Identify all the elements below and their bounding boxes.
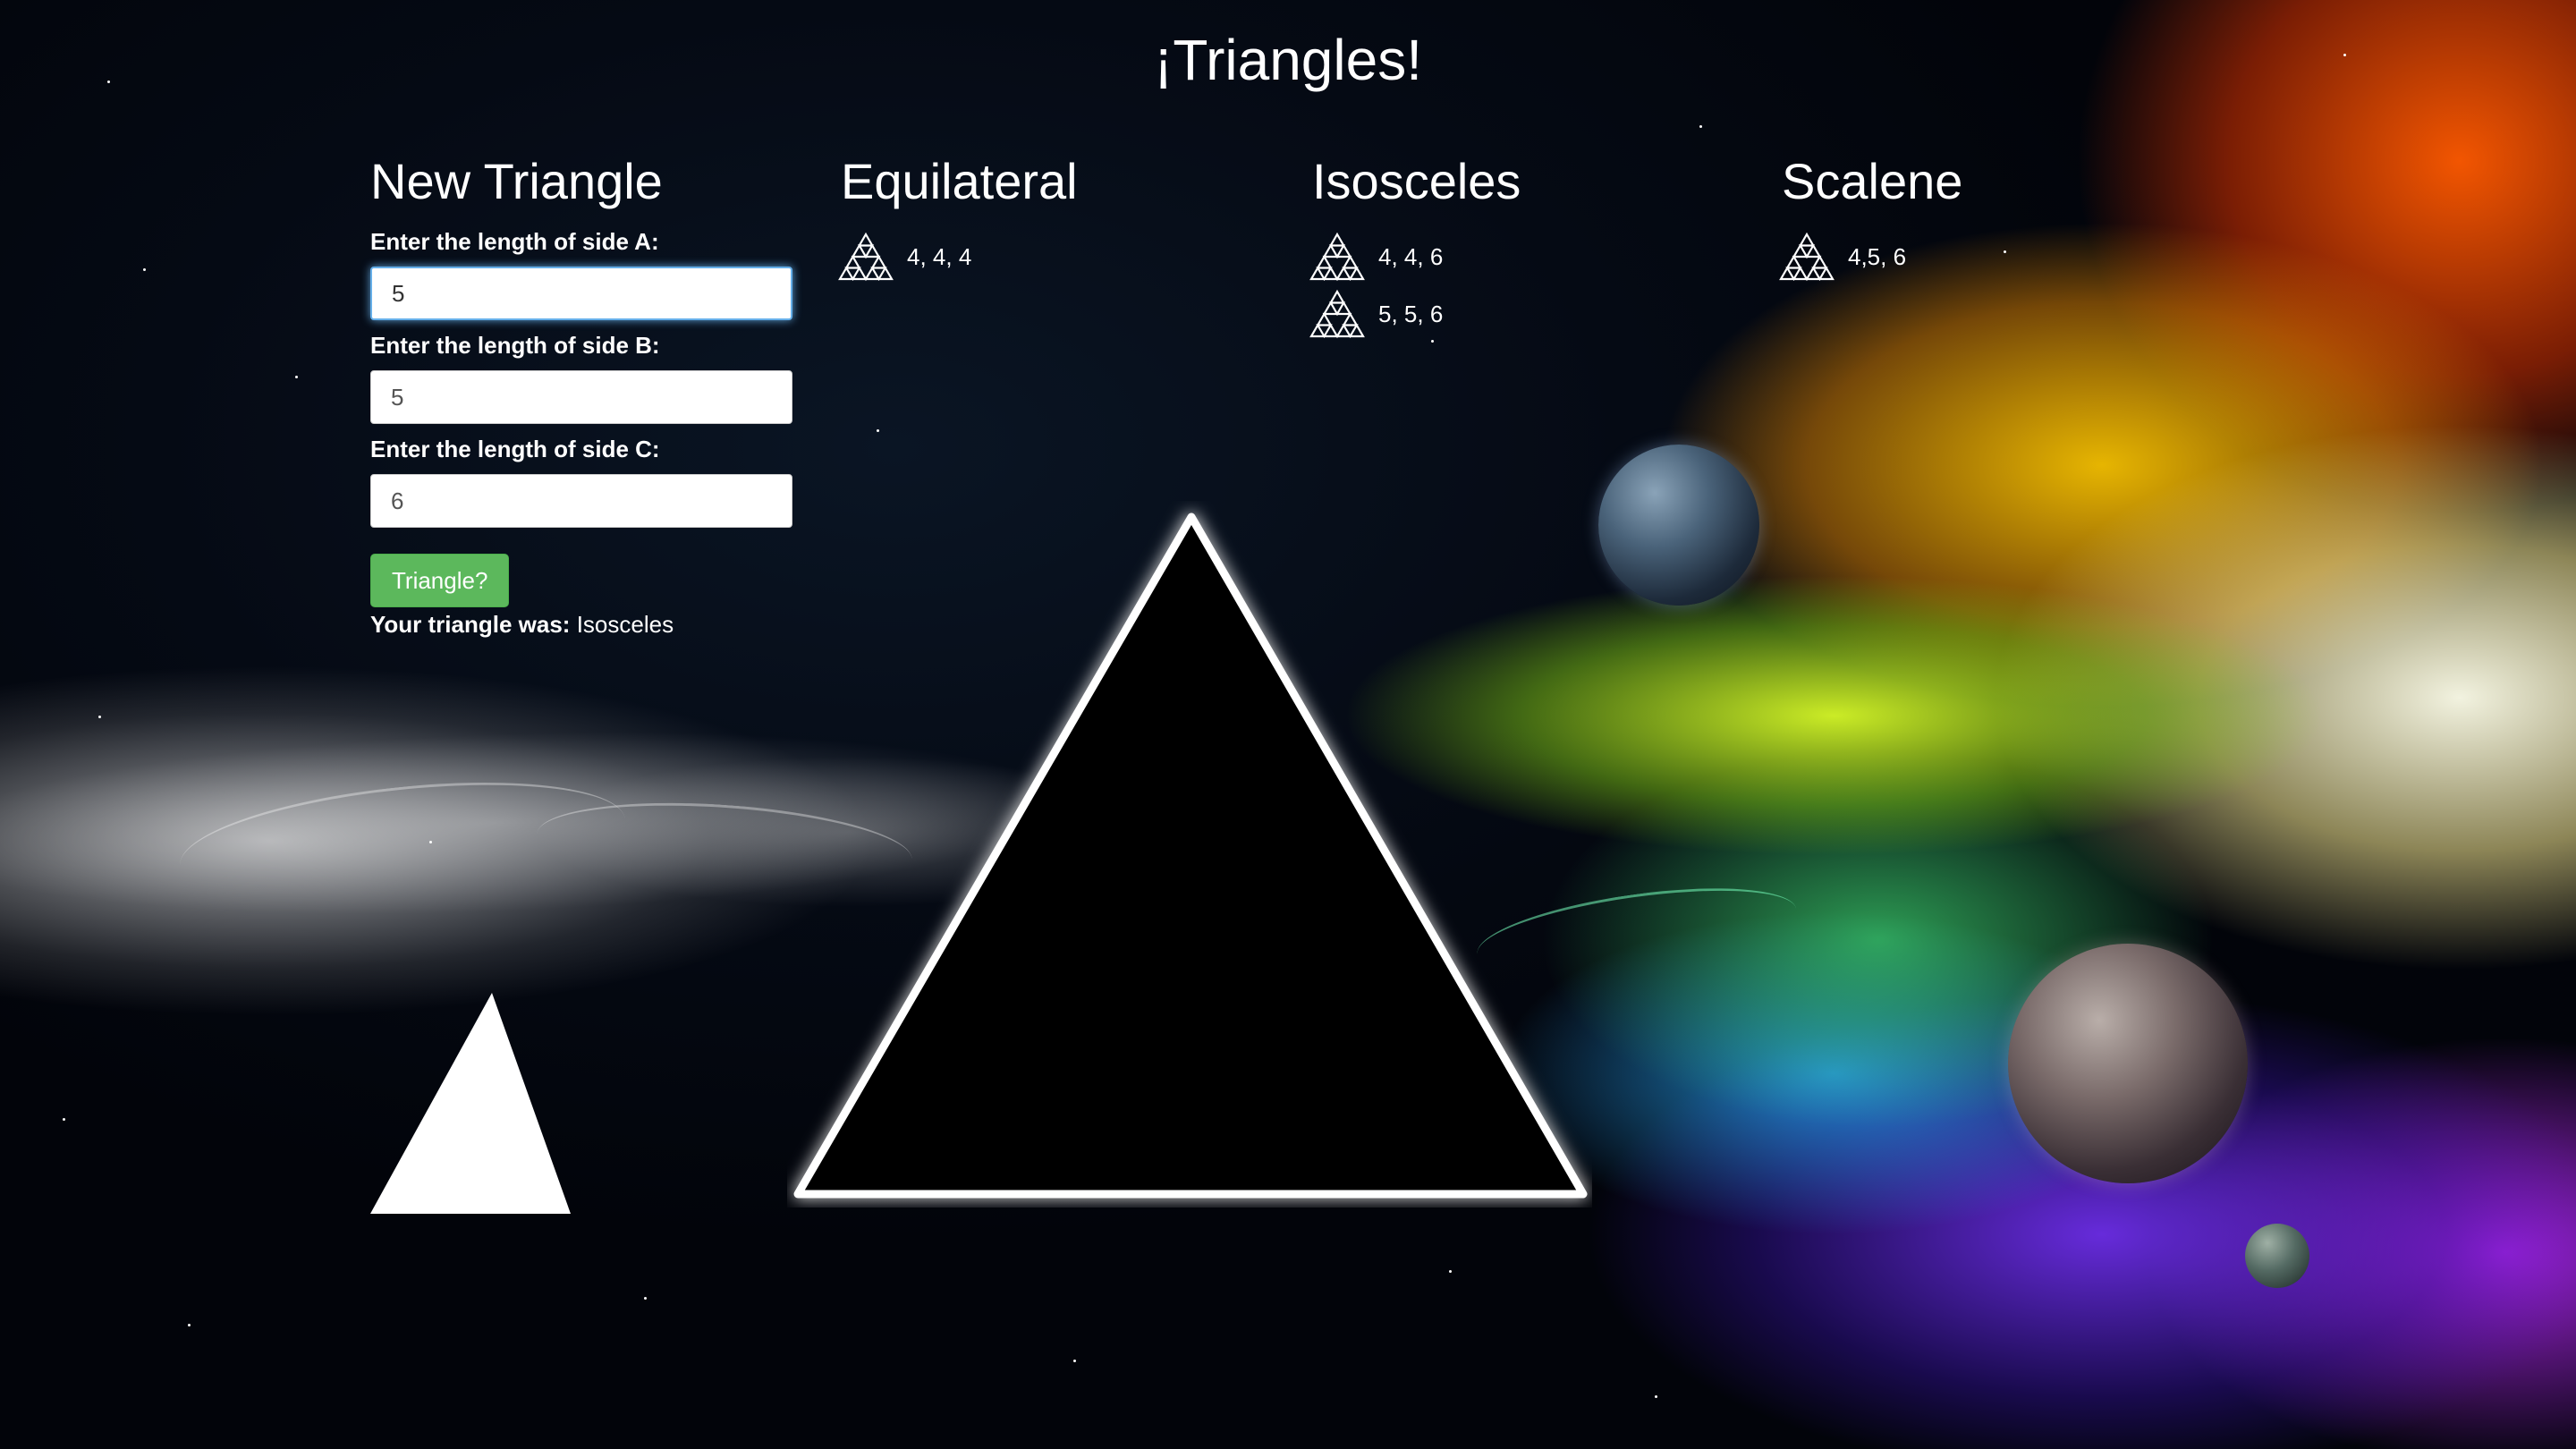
side-c-input[interactable] [370,474,792,528]
star [63,1118,65,1121]
page-title: ¡Triangles! [1154,28,1422,92]
new-triangle-form: New Triangle Enter the length of side A:… [370,152,800,639]
sierpinski-triangle-icon [838,232,894,282]
side-b-label: Enter the length of side B: [370,332,660,359]
side-a-label: Enter the length of side A: [370,228,659,255]
side-b-input[interactable] [370,370,792,424]
star [295,376,298,378]
star [1699,125,1702,128]
scalene-column: Scalene 4,5, 6 [1779,152,1963,285]
star [98,716,101,718]
star [1073,1360,1076,1362]
scalene-heading: Scalene [1782,153,1963,209]
sierpinski-triangle-icon [1309,232,1365,282]
equilateral-column: Equilateral 4, 4, 4 [838,152,1078,285]
triangle-sides: 5, 5, 6 [1378,300,1444,327]
star [2004,250,2006,253]
side-a-input[interactable] [370,267,792,320]
triangle-submit-button[interactable]: Triangle? [370,554,510,607]
planet-small-blue [1598,445,1759,606]
isosceles-list: 4, 4, 6 5, 5, 6 [1309,228,1521,343]
star [1449,1270,1452,1273]
list-item: 4,5, 6 [1778,228,1962,285]
sierpinski-triangle-icon [1779,232,1835,282]
list-item: 4, 4, 6 [1309,228,1521,285]
result-line: Your triangle was: Isosceles [370,611,800,639]
list-item: 5, 5, 6 [1309,285,1521,343]
planet-large-rocky [2008,944,2248,1183]
triangle-sides: 4, 4, 6 [1378,242,1444,270]
planet-tiny [2245,1224,2309,1288]
result-value: Isosceles [576,611,674,638]
white-triangle [370,993,571,1214]
result-prefix: Your triangle was: [370,611,571,638]
star [644,1297,647,1300]
prism-triangle [793,513,1588,1199]
star [429,841,432,843]
triangle-sides: 4, 4, 4 [907,242,972,270]
list-item: 4, 4, 4 [837,228,1078,285]
star [877,429,879,432]
equilateral-list: 4, 4, 4 [838,228,1078,285]
star [1655,1395,1657,1398]
star [188,1324,191,1326]
side-c-label: Enter the length of side C: [370,436,660,462]
new-triangle-heading: New Triangle [370,153,663,209]
sierpinski-triangle-icon [1309,289,1365,339]
equilateral-heading: Equilateral [841,153,1078,209]
scalene-list: 4,5, 6 [1779,228,1962,285]
isosceles-heading: Isosceles [1312,153,1521,209]
triangle-sides: 4,5, 6 [1848,242,1907,270]
isosceles-column: Isosceles 4, 4, 6 5, 5, 6 [1309,152,1521,343]
star [143,268,146,271]
